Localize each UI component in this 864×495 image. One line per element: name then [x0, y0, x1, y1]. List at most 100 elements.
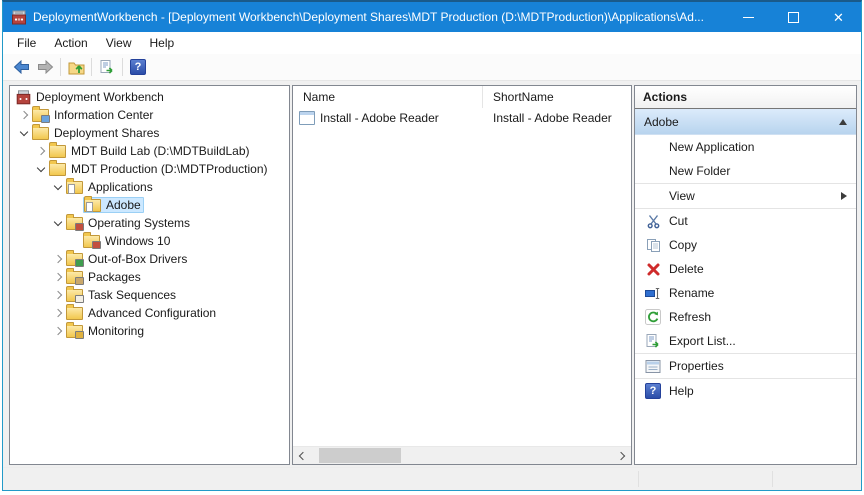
toolbar-separator — [60, 58, 61, 76]
actions-group-adobe[interactable]: Adobe — [635, 109, 856, 135]
tree-item-adobe[interactable]: Adobe — [10, 196, 289, 214]
deployment-workbench-app-icon — [11, 10, 27, 25]
tree-item-label: Advanced Configuration — [88, 306, 216, 320]
tree-item-mdt-production[interactable]: MDT Production (D:\MDTProduction) — [10, 160, 289, 178]
folder-applications-icon — [84, 199, 101, 212]
action-label: View — [669, 189, 695, 203]
menu-view[interactable]: View — [97, 33, 141, 53]
close-button[interactable]: ✕ — [816, 2, 861, 32]
refresh-icon — [644, 309, 662, 325]
rename-icon — [644, 286, 662, 301]
tree-item-advanced-configuration[interactable]: Advanced Configuration — [10, 304, 289, 322]
expander-expanded-icon[interactable] — [18, 126, 32, 140]
action-label: Properties — [669, 359, 724, 373]
up-one-level-button[interactable] — [64, 56, 88, 78]
tree-item-label: Adobe — [106, 198, 141, 212]
tree-item-label: Task Sequences — [88, 288, 176, 302]
tree-item-applications[interactable]: Applications — [10, 178, 289, 196]
action-properties[interactable]: Properties — [635, 354, 856, 378]
action-cut[interactable]: Cut — [635, 209, 856, 233]
forward-button[interactable] — [33, 56, 57, 78]
action-help[interactable]: ? Help — [635, 379, 856, 403]
tree-item-information-center[interactable]: Information Center — [10, 106, 289, 124]
action-export-list[interactable]: Export List... — [635, 329, 856, 353]
expander-expanded-icon[interactable] — [52, 216, 66, 230]
screenshot-root: DeploymentWorkbench - [Deployment Workbe… — [0, 0, 864, 495]
tree-item-label: Deployment Shares — [54, 126, 159, 140]
folder-tasksequences-icon — [66, 289, 83, 302]
action-label: Rename — [669, 286, 714, 300]
expander-expanded-icon[interactable] — [52, 180, 66, 194]
folder-open-icon — [49, 163, 66, 176]
actions-group-label: Adobe — [644, 115, 839, 129]
export-list-icon — [99, 59, 115, 75]
tree-item-operating-systems[interactable]: Operating Systems — [10, 214, 289, 232]
expander-collapsed-icon[interactable] — [52, 306, 66, 320]
maximize-icon — [788, 12, 799, 23]
expander-collapsed-icon[interactable] — [52, 324, 66, 338]
action-label: New Application — [669, 140, 754, 154]
column-header-shortname[interactable]: ShortName — [483, 86, 631, 108]
expander-collapsed-icon[interactable] — [35, 144, 49, 158]
action-rename[interactable]: Rename — [635, 281, 856, 305]
statusbar — [3, 467, 861, 490]
tree-item-monitoring[interactable]: Monitoring — [10, 322, 289, 340]
chevron-up-icon[interactable] — [839, 119, 847, 125]
scrollbar-thumb[interactable] — [319, 448, 401, 463]
scroll-left-button[interactable] — [293, 447, 310, 464]
tree-item-deployment-workbench[interactable]: Deployment Workbench — [10, 88, 289, 106]
column-header-name[interactable]: Name — [293, 86, 483, 108]
action-new-application[interactable]: New Application — [635, 135, 856, 159]
titlebar[interactable]: DeploymentWorkbench - [Deployment Workbe… — [3, 2, 861, 32]
tree-item-packages[interactable]: Packages — [10, 268, 289, 286]
action-refresh[interactable]: Refresh — [635, 305, 856, 329]
expander-collapsed-icon[interactable] — [52, 252, 66, 266]
tree-item-deployment-shares[interactable]: Deployment Shares — [10, 124, 289, 142]
folder-plain-icon — [66, 307, 83, 320]
maximize-button[interactable] — [771, 2, 816, 32]
back-icon — [13, 60, 30, 74]
tree-item-out-of-box-drivers[interactable]: Out-of-Box Drivers — [10, 250, 289, 268]
statusbar-separator — [638, 471, 639, 487]
list-header: Name ShortName — [293, 86, 631, 108]
action-label: Copy — [669, 238, 697, 252]
tree-item-label: Packages — [88, 270, 141, 284]
action-copy[interactable]: Copy — [635, 233, 856, 257]
actions-pane: Actions Adobe New Application New Folder… — [634, 85, 857, 465]
tree-item-mdt-build-lab[interactable]: MDT Build Lab (D:\MDTBuildLab) — [10, 142, 289, 160]
help-icon: ? — [130, 59, 146, 75]
menu-help[interactable]: Help — [141, 33, 184, 53]
export-list-button[interactable] — [95, 56, 119, 78]
help-button[interactable]: ? — [126, 56, 150, 78]
console-tree: Deployment Workbench Information Center … — [10, 86, 289, 340]
action-delete[interactable]: Delete — [635, 257, 856, 281]
folder-open-icon — [32, 127, 49, 140]
copy-icon — [644, 238, 662, 253]
scroll-right-button[interactable] — [614, 447, 631, 464]
action-new-folder[interactable]: New Folder — [635, 159, 856, 183]
action-label: Export List... — [669, 334, 736, 348]
application-icon — [299, 111, 315, 125]
statusbar-separator — [772, 471, 773, 487]
expander-collapsed-icon[interactable] — [52, 288, 66, 302]
console-tree-pane: Deployment Workbench Information Center … — [9, 85, 290, 465]
tree-item-task-sequences[interactable]: Task Sequences — [10, 286, 289, 304]
tree-item-label: Windows 10 — [105, 234, 170, 248]
expander-collapsed-icon[interactable] — [18, 108, 32, 122]
minimize-button[interactable] — [726, 2, 771, 32]
action-view[interactable]: View — [635, 184, 856, 208]
expander-expanded-icon[interactable] — [35, 162, 49, 176]
tree-item-windows-10[interactable]: Windows 10 — [10, 232, 289, 250]
actions-pane-title: Actions — [635, 86, 856, 109]
tree-item-label: Operating Systems — [88, 216, 190, 230]
back-button[interactable] — [9, 56, 33, 78]
menu-file[interactable]: File — [8, 33, 45, 53]
expander-collapsed-icon[interactable] — [52, 270, 66, 284]
list-cell-shortname: Install - Adobe Reader — [483, 111, 612, 125]
menu-action[interactable]: Action — [45, 33, 96, 53]
list-row-install-adobe-reader[interactable]: Install - Adobe Reader Install - Adobe R… — [293, 108, 631, 128]
cut-icon — [644, 214, 662, 229]
horizontal-scrollbar[interactable] — [293, 446, 631, 464]
tree-item-label: Deployment Workbench — [36, 90, 164, 104]
action-label: Cut — [669, 214, 688, 228]
